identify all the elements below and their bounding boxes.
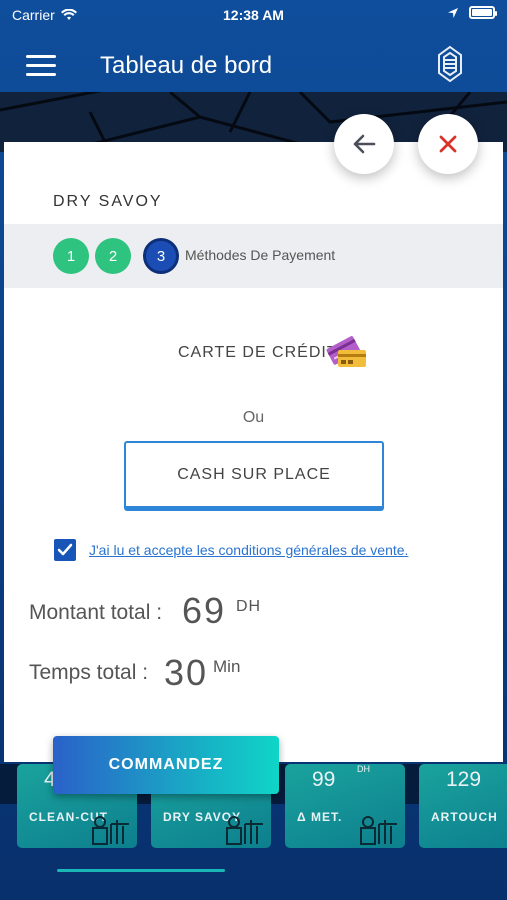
current-step-label: Méthodes De Payement [185,247,336,263]
total-time-unit: Min [213,657,241,676]
or-separator: Ou [242,409,265,426]
checkmark-icon [57,543,73,556]
close-button[interactable] [418,114,478,174]
close-icon [439,135,457,153]
total-time-value: 30 [164,652,209,693]
brand-logo-icon [438,45,462,83]
tile-price-unit: DH [357,764,370,774]
stepper: 1 2 3 Méthodes De Payement [4,224,503,288]
page-title: Tableau de bord [100,52,273,79]
battery-icon [469,6,497,19]
location-arrow-icon [448,7,458,18]
barber-tools-icon [360,816,397,845]
home-indicator [57,869,225,872]
menu-icon[interactable] [26,55,56,77]
total-amount-label: Montant total : [29,601,163,624]
order-button[interactable]: COMMANDEZ [53,736,279,794]
step-2: 2 [95,238,131,274]
credit-card-option[interactable]: CARTE DE CRÉDIT [178,344,338,362]
step-3-current: 3 [143,238,179,274]
total-time-label: Temps total : [29,661,149,684]
tile-name: Δ MET. [297,810,343,824]
service-tile-artouch[interactable]: 129 ARTOUCH [419,764,507,848]
tile-price: 99 [312,768,336,791]
barber-tools-icon [226,816,263,845]
total-amount-value: 69 [182,590,227,631]
service-tile-met[interactable]: 99 DH Δ MET. [285,764,405,848]
tile-name: ARTOUCH [431,810,498,824]
credit-card-icon[interactable] [326,336,368,370]
status-bar: Carrier 12:38 AM [0,0,507,30]
terms-checkbox[interactable] [54,539,76,561]
app-header: Tableau de bord [0,30,507,92]
tile-price: 129 [446,768,482,791]
cash-on-site-button[interactable]: CASH SUR PLACE [124,441,384,511]
arrow-left-icon [353,134,376,154]
status-time: 12:38 AM [223,7,284,23]
step-1: 1 [53,238,89,274]
back-button[interactable] [334,114,394,174]
shop-name: DRY SAVOY [53,193,163,210]
status-right [447,6,497,19]
terms-link[interactable]: J'ai lu et accepte les conditions généra… [89,542,408,558]
total-amount-unit: DH [236,598,262,615]
barber-tools-icon [92,816,129,845]
